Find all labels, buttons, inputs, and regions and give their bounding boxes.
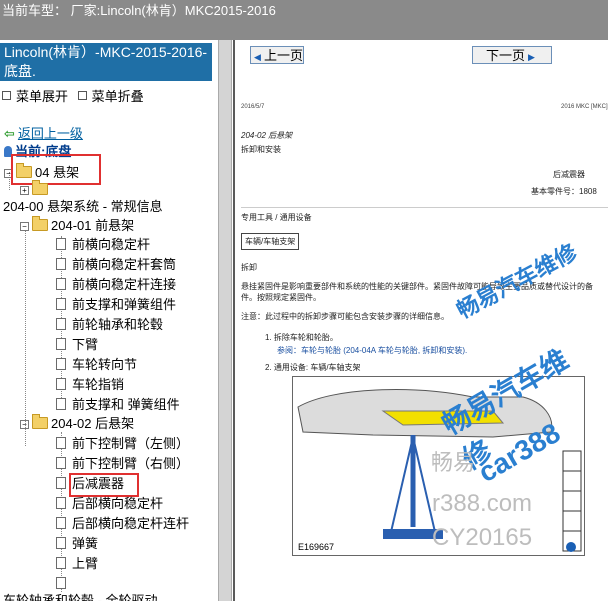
right-triangle-icon: ▶ (528, 52, 535, 62)
folder-icon (32, 180, 48, 195)
document-icon (56, 278, 66, 290)
menu-toggle-row: 菜单展开 菜单折叠 (2, 86, 150, 105)
vehicle-lift-figure: E169667 (292, 376, 585, 556)
document-page: 2016/5/7 2016 MKC [MKC] 204-02 后悬架 拆卸和安装… (241, 104, 608, 373)
doc-component: 后减震器 (553, 170, 585, 179)
tree-item[interactable]: 前横向稳定杆 (56, 236, 150, 254)
doc-step1-ref: 参阅：车轮与轮胎 (204-04A 车轮与轮胎, 拆卸和安装). (277, 346, 468, 355)
tree-item[interactable]: 前横向稳定杆连接 (56, 276, 176, 294)
left-triangle-icon: ◀ (254, 52, 261, 62)
highlight-box (69, 473, 139, 497)
square-icon (2, 91, 11, 100)
doc-warning: 悬挂紧固件是影响重要部件和系统的性能的关键部件。紧固件故障可能导致主要品质或替代… (241, 282, 593, 302)
back-link[interactable]: ⇦ 返回上一级 (4, 123, 83, 142)
doc-step2: 2. 通用设备: 车辆/车轴支架 (265, 363, 361, 372)
tree-item[interactable]: 前支撑和弹簧组件 (56, 296, 176, 314)
expand-icon: + (20, 186, 29, 195)
collapse-menu-button[interactable]: 菜单折叠 (77, 86, 144, 105)
tree-folder-collapsed[interactable]: + (20, 180, 51, 199)
document-icon (56, 557, 66, 569)
document-icon (56, 238, 66, 250)
document-icon (56, 398, 66, 410)
folder-open-icon (32, 414, 48, 429)
tree-item[interactable] (56, 575, 72, 593)
left-panel: Lincoln(林肯）-MKC-2015-2016- 底盘. 菜单展开 菜单折叠… (0, 40, 218, 601)
tree-item-general-info[interactable]: 204-00 悬架系统 - 常规信息 (3, 198, 163, 216)
back-arrow-icon: ⇦ (4, 126, 15, 141)
next-page-button[interactable]: 下一页 ▶ (472, 46, 552, 64)
document-icon (56, 437, 66, 449)
tool-box: 车辆/车轴支架 (241, 233, 300, 250)
doc-note: 注意：此过程中的拆卸步骤可能包含安装步骤的详细信息。 (241, 312, 449, 321)
tree-item[interactable]: 上臂 (56, 555, 98, 573)
tree-item[interactable]: 后部横向稳定杆连杆 (56, 515, 189, 533)
tree-item[interactable]: 车轮转向节 (56, 356, 137, 374)
title-bar: 当前车型： 厂家:Lincoln(林肯）MKC2015-2016 (0, 0, 608, 40)
document-icon (56, 497, 66, 509)
tree-folder-rear-suspension[interactable]: −204-02 后悬架 (20, 414, 134, 433)
document-viewer: ◀ 上一页 下一页 ▶ 2016/5/7 2016 MKC [MKC] 204-02… (233, 40, 608, 601)
expand-menu-button[interactable]: 菜单展开 (2, 86, 68, 105)
doc-section: 204-02 后悬架 (241, 131, 293, 140)
tree-item[interactable]: 前支撑和 弹簧组件 (56, 396, 180, 414)
doc-step1: 1. 拆除车轮和轮胎。 (265, 333, 338, 342)
tree-item[interactable]: 弹簧 (56, 535, 98, 553)
collapse-icon: − (20, 222, 29, 231)
folder-open-icon (32, 216, 48, 231)
doc-subsection: 拆卸和安装 (241, 145, 281, 154)
tree-item[interactable]: 前轮轴承和轮毂 (56, 316, 163, 334)
document-icon (56, 457, 66, 469)
doc-date: 2016/5/7 (241, 104, 265, 110)
document-icon (56, 318, 66, 330)
prev-page-button[interactable]: ◀ 上一页 (250, 46, 304, 64)
document-icon (56, 477, 66, 489)
suspension-illustration (297, 389, 582, 552)
document-icon (56, 537, 66, 549)
figure-id: E169667 (298, 542, 335, 552)
tree-item[interactable]: 车轮指销 (56, 376, 124, 394)
square-icon (77, 91, 87, 100)
tree-item[interactable]: 后部横向稳定杆 (56, 495, 163, 513)
tree-item[interactable]: 前下控制臂（左侧） (56, 435, 189, 453)
document-icon (56, 338, 66, 350)
tree-folder-front-suspension[interactable]: −204-01 前悬架 (20, 216, 134, 235)
tree-item[interactable]: 下臂 (56, 336, 98, 354)
document-icon (56, 517, 66, 529)
doc-part-no: 基本零件号：1808 (531, 187, 597, 196)
document-icon (56, 258, 66, 270)
car-title: Lincoln(林肯）-MKC-2015-2016- 底盘. (0, 43, 212, 81)
document-icon (56, 378, 66, 390)
tree-item-cut[interactable]: 车轮轴承和轮毂 - 全轮驱动 (3, 592, 158, 601)
document-icon (56, 577, 66, 589)
splitter[interactable] (218, 40, 232, 601)
current-car-text: 当前车型： 厂家:Lincoln(林肯）MKC2015-2016 (2, 3, 276, 18)
tree-line (25, 230, 26, 446)
doc-tools-label: 专用工具 / 通用设备 (241, 207, 608, 223)
document-icon (56, 298, 66, 310)
tree-item[interactable]: 前横向稳定杆套筒 (56, 256, 176, 274)
document-icon (56, 358, 66, 370)
collapse-icon: − (20, 420, 29, 429)
doc-model: 2016 MKC [MKC] (561, 104, 608, 110)
tree-item[interactable]: 前下控制臂（右侧） (56, 455, 189, 473)
doc-remove-title: 拆卸 (241, 263, 257, 272)
